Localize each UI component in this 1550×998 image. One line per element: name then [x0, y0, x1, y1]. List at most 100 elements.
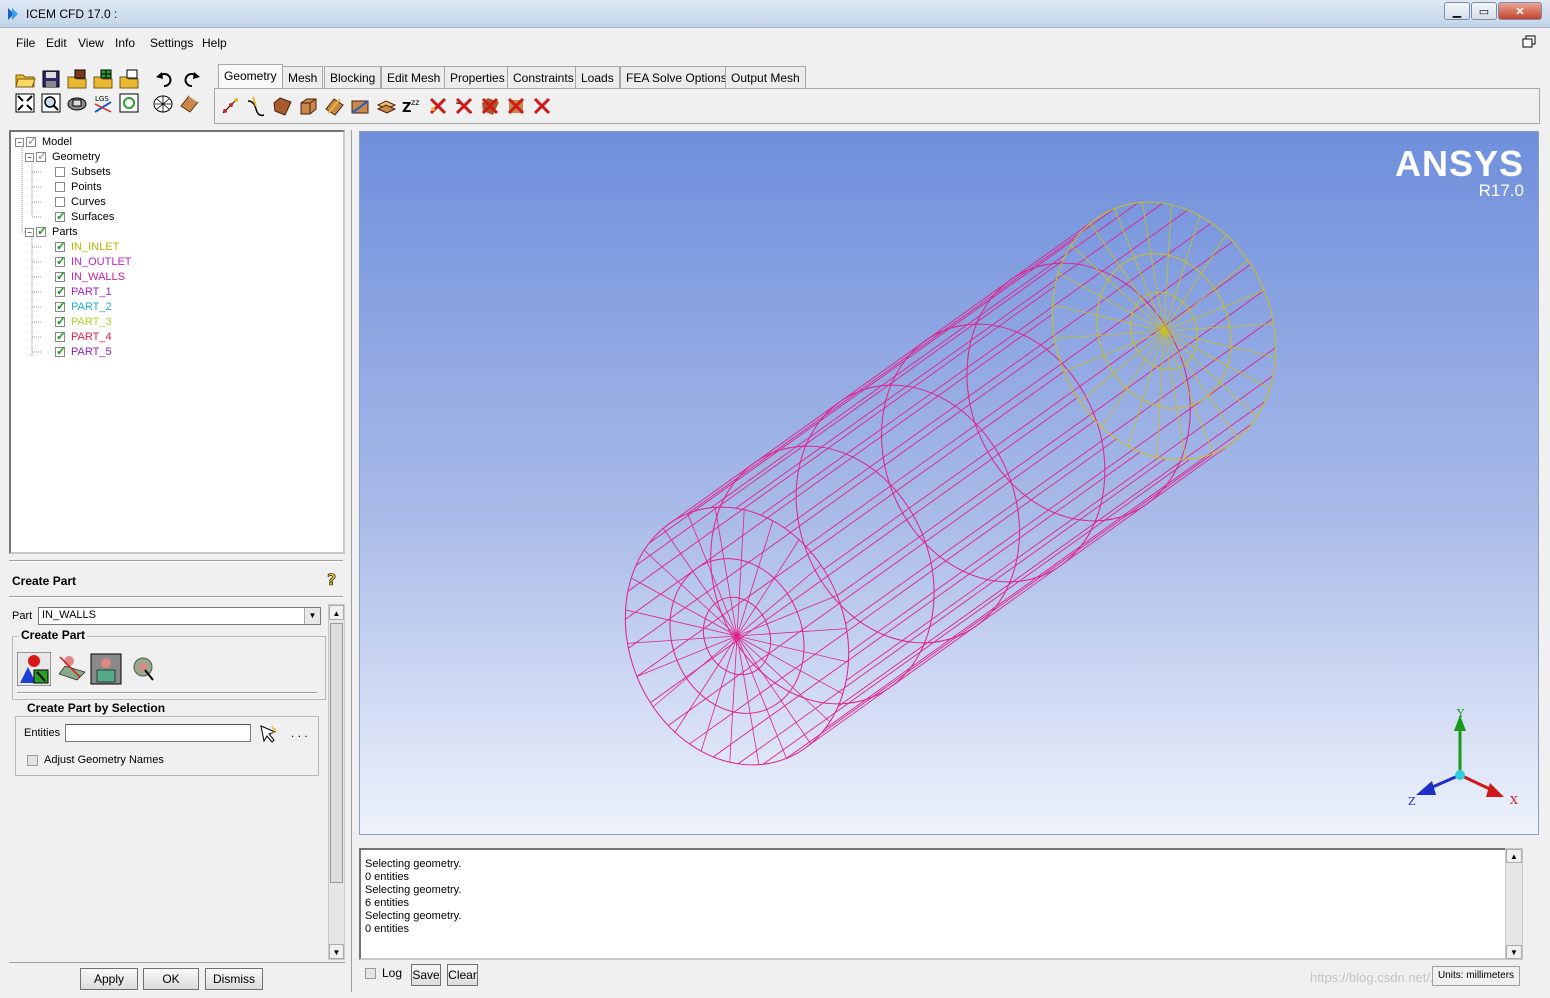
adjust-geometry-names-checkbox[interactable]: Adjust Geometry Names	[27, 754, 164, 766]
tab-output-mesh[interactable]: Output Mesh	[725, 66, 806, 88]
undo-icon[interactable]	[154, 68, 176, 90]
tree-item-points[interactable]: Points	[55, 180, 102, 195]
checkbox-icon[interactable]	[36, 224, 47, 239]
collapse-icon[interactable]: −	[25, 152, 34, 162]
repair-geometry-icon[interactable]	[323, 95, 345, 117]
checkbox-icon[interactable]	[55, 284, 66, 299]
create-part-by-selection-icon[interactable]	[17, 652, 51, 686]
tree-item-part[interactable]: PART_2	[55, 299, 112, 315]
delete-surface-icon[interactable]	[479, 95, 501, 117]
cylinder-wireframe-geometry[interactable]	[360, 132, 1540, 836]
delete-point-icon[interactable]	[427, 95, 449, 117]
help-icon[interactable]: ?	[325, 570, 341, 588]
create-part-by-element-icon[interactable]	[55, 652, 89, 686]
tree-item-part[interactable]: PART_1	[55, 284, 112, 300]
part-name-combobox[interactable]: IN_WALLS ▼	[38, 607, 321, 625]
checkbox-icon[interactable]	[55, 167, 65, 178]
message-scrollbar[interactable]: ▲ ▼	[1505, 848, 1523, 960]
more-options-button[interactable]: . . .	[291, 726, 308, 740]
measure-distance-icon[interactable]	[66, 92, 88, 114]
tab-blocking[interactable]: Blocking	[324, 66, 382, 88]
tree-item-parts[interactable]: −Parts	[25, 224, 78, 240]
delete-curve-icon[interactable]	[453, 95, 475, 117]
entities-input[interactable]	[65, 724, 251, 742]
tab-constraints[interactable]: Constraints	[507, 66, 580, 88]
panel-splitter[interactable]	[351, 130, 352, 992]
scroll-down-icon[interactable]: ▼	[1506, 945, 1522, 959]
scroll-up-icon[interactable]: ▲	[1506, 849, 1522, 863]
delete-any-entity-icon[interactable]	[531, 95, 553, 117]
tree-item-subsets[interactable]: Subsets	[55, 165, 111, 180]
scroll-up-icon[interactable]: ▲	[329, 605, 344, 620]
menu-info[interactable]: Info	[115, 36, 135, 50]
checkbox-icon[interactable]	[55, 299, 66, 314]
panel-scrollbar[interactable]: ▲ ▼	[328, 604, 345, 960]
menu-help[interactable]: Help	[202, 36, 227, 50]
tab-loads[interactable]: Loads	[575, 66, 620, 88]
display-options-icon[interactable]: LGS	[92, 92, 114, 114]
tree-item-part[interactable]: IN_WALLS	[55, 269, 125, 285]
tree-item-curves[interactable]: Curves	[55, 195, 106, 210]
checkbox-icon[interactable]	[55, 239, 66, 254]
checkbox-icon[interactable]	[55, 182, 65, 193]
create-body-icon[interactable]	[297, 95, 319, 117]
checkbox-icon[interactable]	[55, 269, 66, 284]
save-project-icon[interactable]	[40, 68, 62, 90]
restore-window-icon[interactable]	[1522, 35, 1536, 49]
log-checkbox[interactable]: Log	[365, 966, 402, 980]
menu-edit[interactable]: Edit	[46, 36, 67, 50]
open-geometry-icon[interactable]	[66, 68, 88, 90]
chevron-down-icon[interactable]: ▼	[304, 608, 320, 624]
zoom-box-icon[interactable]	[40, 92, 62, 114]
tree-item-part[interactable]: IN_OUTLET	[55, 254, 132, 270]
create-point-icon[interactable]	[219, 95, 241, 117]
transform-geometry-icon[interactable]	[375, 95, 397, 117]
checkbox-icon[interactable]	[27, 754, 38, 766]
tree-item-part[interactable]: IN_INLET	[55, 239, 119, 255]
menu-settings[interactable]: Settings	[150, 36, 193, 50]
checkbox-icon[interactable]	[26, 134, 37, 149]
select-entities-cursor-icon[interactable]	[257, 723, 279, 745]
checkbox-icon[interactable]	[36, 149, 47, 164]
ok-button[interactable]: OK	[143, 968, 199, 990]
solid-view-icon[interactable]	[178, 92, 200, 114]
checkbox-icon[interactable]	[55, 329, 66, 344]
redo-icon[interactable]	[180, 68, 202, 90]
tab-fea-solve-options[interactable]: FEA Solve Options	[620, 66, 733, 88]
menu-file[interactable]: File	[16, 36, 35, 50]
checkbox-icon[interactable]	[55, 314, 66, 329]
minimize-button[interactable]: ▁	[1444, 2, 1470, 20]
collapse-icon[interactable]: −	[25, 227, 34, 237]
maximize-button[interactable]: ▭	[1471, 2, 1497, 20]
scroll-thumb[interactable]	[330, 623, 343, 883]
tree-item-part[interactable]: PART_3	[55, 314, 112, 330]
geometry-operations-icon[interactable]	[349, 95, 371, 117]
checkbox-icon[interactable]	[55, 197, 65, 208]
tree-item-geometry[interactable]: −Geometry	[25, 149, 100, 165]
open-blocking-icon[interactable]	[118, 68, 140, 90]
create-surface-icon[interactable]	[271, 95, 293, 117]
open-mesh-icon[interactable]	[92, 68, 114, 90]
tab-mesh[interactable]: Mesh	[282, 66, 324, 88]
tree-item-surfaces[interactable]: Surfaces	[55, 209, 114, 225]
checkbox-icon[interactable]	[365, 968, 376, 980]
tab-properties[interactable]: Properties	[444, 66, 511, 88]
tab-geometry[interactable]: Geometry	[218, 64, 283, 88]
fit-window-icon[interactable]	[14, 92, 36, 114]
create-curve-icon[interactable]	[245, 95, 267, 117]
create-part-by-bounding-box-icon[interactable]	[89, 652, 123, 686]
checkbox-icon[interactable]	[55, 209, 66, 224]
scroll-down-icon[interactable]: ▼	[329, 944, 344, 959]
restore-dormant-icon[interactable]: Zzz	[401, 95, 423, 117]
delete-body-icon[interactable]	[505, 95, 527, 117]
dismiss-button[interactable]: Dismiss	[205, 968, 263, 990]
refresh-icon[interactable]	[118, 92, 140, 114]
tree-item-model[interactable]: −Model	[15, 134, 72, 150]
save-log-button[interactable]: Save	[411, 964, 441, 986]
tab-edit-mesh[interactable]: Edit Mesh	[381, 66, 447, 88]
tree-item-part[interactable]: PART_4	[55, 329, 112, 345]
collapse-icon[interactable]: −	[15, 137, 24, 147]
checkbox-icon[interactable]	[55, 344, 66, 359]
menu-view[interactable]: View	[78, 36, 104, 50]
checkbox-icon[interactable]	[55, 254, 66, 269]
